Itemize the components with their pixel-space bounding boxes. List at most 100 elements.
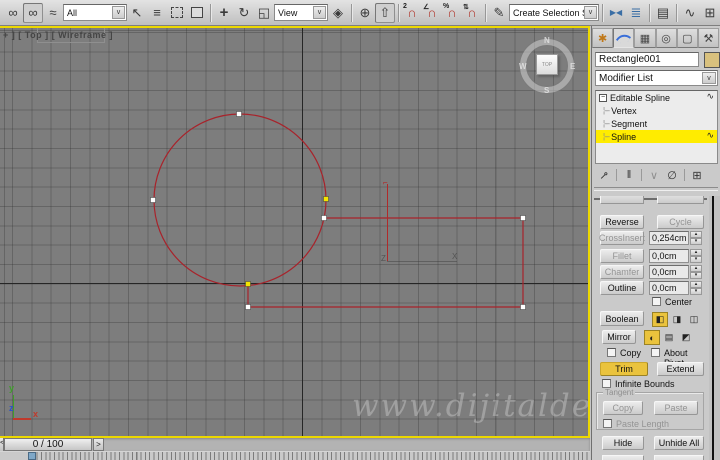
boolean-intersection-icon[interactable]: ◫ xyxy=(686,312,702,327)
remove-modifier-icon[interactable]: ∅ xyxy=(663,169,681,182)
chamfer-button[interactable]: Chamfer xyxy=(600,265,644,279)
mirror-vertical-icon[interactable]: ▤ xyxy=(661,330,677,345)
infinite-bounds-checkbox[interactable] xyxy=(602,379,611,388)
snaps-toggle-icon[interactable]: 2 ∩ xyxy=(402,3,422,23)
tangent-copy-button[interactable]: Copy xyxy=(603,401,643,415)
hierarchy-tab[interactable]: ▦ xyxy=(634,28,656,48)
center-checkbox[interactable] xyxy=(652,297,661,306)
stack-row-vertex[interactable]: ¦--- Vertex xyxy=(596,104,717,117)
clipped-button[interactable] xyxy=(654,455,704,460)
cross-insert-button[interactable]: CrossInsert xyxy=(599,231,645,245)
outline-button[interactable]: Outline xyxy=(600,281,644,295)
copy-checkbox[interactable] xyxy=(607,348,616,357)
select-by-name-icon[interactable]: ≡ xyxy=(147,3,167,23)
display-tab[interactable]: ▢ xyxy=(676,28,698,48)
cycle-button[interactable]: Cycle xyxy=(657,215,704,229)
schematic-view-icon[interactable]: ⊞ xyxy=(700,3,720,23)
modify-tab[interactable] xyxy=(613,28,635,48)
show-end-result-icon[interactable]: ‖ xyxy=(620,169,638,181)
cross-insert-value[interactable]: 0,254cm xyxy=(649,231,689,245)
bind-to-space-warp-icon[interactable]: ≈ xyxy=(43,3,63,23)
panel-scrollbar-thumb[interactable] xyxy=(712,196,714,460)
percent-snap-icon[interactable]: % ∩ xyxy=(442,3,462,23)
curve-editor-icon[interactable]: ∿ xyxy=(680,3,700,23)
hide-button[interactable]: Hide xyxy=(602,436,644,450)
time-slider-track[interactable]: < 0 / 100 > xyxy=(0,438,590,452)
cross-insert-spinner[interactable]: ▴ ▾ xyxy=(690,231,702,245)
angle-snap-icon[interactable]: ∠ ∩ xyxy=(422,3,442,23)
selection-filter-dropdown[interactable]: All v xyxy=(63,4,127,21)
configure-modifier-sets-icon[interactable]: ⊞ xyxy=(688,169,706,182)
make-unique-icon[interactable]: ∨ xyxy=(645,169,663,182)
mirror-button[interactable]: Mirror xyxy=(602,330,636,344)
boolean-union-icon[interactable]: ◧ xyxy=(652,312,668,327)
viewcube[interactable]: N E S W TOP xyxy=(519,36,575,95)
edit-named-selection-sets-icon[interactable]: ✎ xyxy=(489,3,509,23)
reference-coordinate-dropdown[interactable]: View v xyxy=(274,4,328,21)
select-and-link-icon[interactable]: ∞ xyxy=(3,3,23,23)
stack-row-spline-selected[interactable]: ¦--- Spline ∿ xyxy=(596,130,717,143)
extend-button[interactable]: Extend xyxy=(657,362,704,376)
select-and-move-icon[interactable]: + xyxy=(214,3,234,23)
select-and-rotate-icon[interactable]: ↻ xyxy=(234,3,254,23)
spin-up-icon[interactable]: ▴ xyxy=(690,281,702,288)
track-bar[interactable] xyxy=(0,452,590,460)
keyboard-shortcut-override-icon[interactable]: ⇧ xyxy=(375,2,395,23)
chamfer-value[interactable]: 0,0cm xyxy=(649,265,689,279)
tangent-paste-button[interactable]: Paste xyxy=(654,401,698,415)
spin-down-icon[interactable]: ▾ xyxy=(690,256,702,263)
align-icon[interactable]: ≣ xyxy=(626,3,646,23)
paste-length-checkbox[interactable] xyxy=(603,419,612,428)
object-color-swatch[interactable] xyxy=(704,52,720,68)
chevron-down-icon[interactable]: v xyxy=(112,6,125,19)
viewcube-top-face[interactable]: TOP xyxy=(536,54,558,75)
spin-up-icon[interactable]: ▴ xyxy=(690,249,702,256)
spinner-snap-icon[interactable]: ⇅ ∩ xyxy=(462,3,482,23)
modifier-list-dropdown[interactable]: Modifier List v xyxy=(595,70,718,86)
select-and-manipulate-icon[interactable]: ⊕ xyxy=(355,3,375,23)
boolean-button[interactable]: Boolean xyxy=(600,311,644,326)
select-object-icon[interactable]: ↖ xyxy=(127,3,147,23)
rectangular-selection-region-icon[interactable] xyxy=(167,3,187,23)
spin-up-icon[interactable]: ▴ xyxy=(690,265,702,272)
chamfer-spinner[interactable]: ▴ ▾ xyxy=(690,265,702,279)
stack-row-segment[interactable]: ¦--- Segment xyxy=(596,117,717,130)
spin-down-icon[interactable]: ▾ xyxy=(690,238,702,245)
object-name-field[interactable]: Rectangle001 xyxy=(595,52,699,67)
chevron-down-icon[interactable]: v xyxy=(584,6,597,19)
boolean-subtraction-icon[interactable]: ◨ xyxy=(669,312,685,327)
window-crossing-icon[interactable] xyxy=(187,3,207,23)
pin-stack-icon[interactable]: ⊸ xyxy=(593,164,615,186)
chevron-down-icon[interactable]: v xyxy=(313,6,326,19)
spin-down-icon[interactable]: ▾ xyxy=(690,272,702,279)
spin-up-icon[interactable]: ▴ xyxy=(690,231,702,238)
clipped-button[interactable] xyxy=(602,455,644,460)
viewport-canvas[interactable]: + ] [ Top ] [ Wireframe ] ⌐ Z X N E S W … xyxy=(0,28,588,436)
panel-scrollbar[interactable] xyxy=(709,196,720,460)
fillet-spinner[interactable]: ▴ ▾ xyxy=(690,249,702,263)
stack-row-editable-spline[interactable]: − Editable Spline ∿ xyxy=(596,91,717,104)
collapse-icon[interactable]: − xyxy=(599,93,607,102)
reverse-button[interactable]: Reverse xyxy=(600,215,644,229)
next-frame-button[interactable]: > xyxy=(93,438,104,451)
create-tab[interactable]: ✱ xyxy=(592,28,614,48)
fillet-value[interactable]: 0,0cm xyxy=(649,249,689,263)
time-slider-handle[interactable]: 0 / 100 xyxy=(4,438,92,451)
motion-tab[interactable]: ◎ xyxy=(655,28,677,48)
use-pivot-point-center-icon[interactable]: ◈ xyxy=(328,3,348,23)
spin-down-icon[interactable]: ▾ xyxy=(690,288,702,295)
mirror-both-icon[interactable]: ◩ xyxy=(678,330,694,345)
clipped-button[interactable] xyxy=(657,196,704,204)
mirror-tool-icon[interactable]: ▶◀ xyxy=(606,3,626,23)
unhide-all-button[interactable]: Unhide All xyxy=(654,436,704,450)
named-selection-set-dropdown[interactable]: Create Selection Se v xyxy=(509,4,599,21)
active-viewport[interactable]: + ] [ Top ] [ Wireframe ] ⌐ Z X N E S W … xyxy=(0,26,590,438)
trim-button[interactable]: Trim xyxy=(600,362,648,376)
current-frame-marker[interactable] xyxy=(28,452,36,460)
about-pivot-checkbox[interactable] xyxy=(651,348,660,357)
clipped-button[interactable] xyxy=(600,196,644,204)
layer-manager-icon[interactable]: ▤ xyxy=(653,3,673,23)
outline-spinner[interactable]: ▴ ▾ xyxy=(690,281,702,295)
viewport-label[interactable]: + ] [ Top ] [ Wireframe ] xyxy=(3,30,113,40)
outline-value[interactable]: 0,0cm xyxy=(649,281,689,295)
